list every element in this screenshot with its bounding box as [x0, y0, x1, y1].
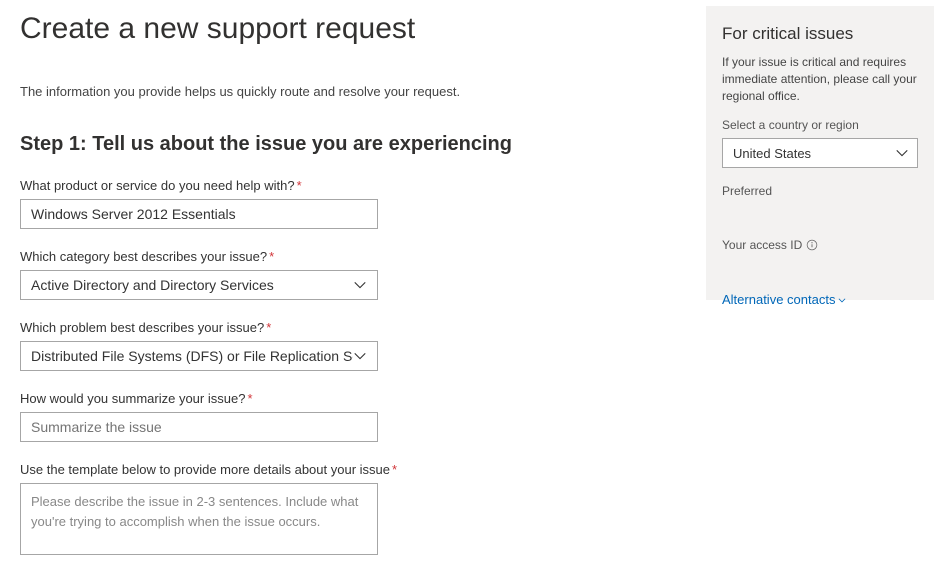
country-value: United States: [733, 146, 811, 161]
summary-label-text: How would you summarize your issue?: [20, 391, 245, 406]
problem-label-text: Which problem best describes your issue?: [20, 320, 264, 335]
page-title: Create a new support request: [20, 12, 686, 46]
preferred-label: Preferred: [722, 184, 918, 198]
category-select[interactable]: Active Directory and Directory Services: [20, 270, 378, 300]
category-label: Which category best describes your issue…: [20, 249, 686, 264]
chevron-down-icon: [837, 295, 847, 305]
chevron-down-icon: [353, 278, 367, 292]
chevron-down-icon: [895, 146, 909, 160]
step-title: Step 1: Tell us about the issue you are …: [20, 133, 686, 156]
sidebar-desc: If your issue is critical and requires i…: [722, 54, 918, 104]
required-marker: *: [269, 249, 274, 264]
sidebar-title: For critical issues: [722, 24, 918, 44]
chevron-down-icon: [353, 349, 367, 363]
problem-value: Distributed File Systems (DFS) or File R…: [31, 348, 353, 364]
summary-input[interactable]: [20, 412, 378, 442]
details-textarea[interactable]: Please describe the issue in 2-3 sentenc…: [20, 483, 378, 555]
required-marker: *: [266, 320, 271, 335]
problem-group: Which problem best describes your issue?…: [20, 320, 686, 371]
product-input[interactable]: [20, 199, 378, 229]
sidebar: For critical issues If your issue is cri…: [706, 6, 934, 300]
summary-group: How would you summarize your issue?*: [20, 391, 686, 442]
category-group: Which category best describes your issue…: [20, 249, 686, 300]
access-id-label: Your access ID: [722, 238, 802, 252]
country-select[interactable]: United States: [722, 138, 918, 168]
country-label: Select a country or region: [722, 118, 918, 132]
details-label: Use the template below to provide more d…: [20, 462, 686, 477]
access-id-row: Your access ID: [722, 238, 918, 252]
category-label-text: Which category best describes your issue…: [20, 249, 267, 264]
product-group: What product or service do you need help…: [20, 178, 686, 229]
problem-select[interactable]: Distributed File Systems (DFS) or File R…: [20, 341, 378, 371]
info-icon[interactable]: [806, 239, 818, 251]
main-content: Create a new support request The informa…: [0, 0, 706, 562]
alternative-contacts-link[interactable]: Alternative contacts: [722, 292, 918, 307]
summary-label: How would you summarize your issue?*: [20, 391, 686, 406]
product-label-text: What product or service do you need help…: [20, 178, 295, 193]
alt-contacts-text: Alternative contacts: [722, 292, 835, 307]
required-marker: *: [392, 462, 397, 477]
category-value: Active Directory and Directory Services: [31, 277, 353, 293]
problem-label: Which problem best describes your issue?…: [20, 320, 686, 335]
required-marker: *: [247, 391, 252, 406]
details-group: Use the template below to provide more d…: [20, 462, 686, 555]
required-marker: *: [297, 178, 302, 193]
details-label-text: Use the template below to provide more d…: [20, 462, 390, 477]
intro-text: The information you provide helps us qui…: [20, 84, 686, 99]
product-label: What product or service do you need help…: [20, 178, 686, 193]
